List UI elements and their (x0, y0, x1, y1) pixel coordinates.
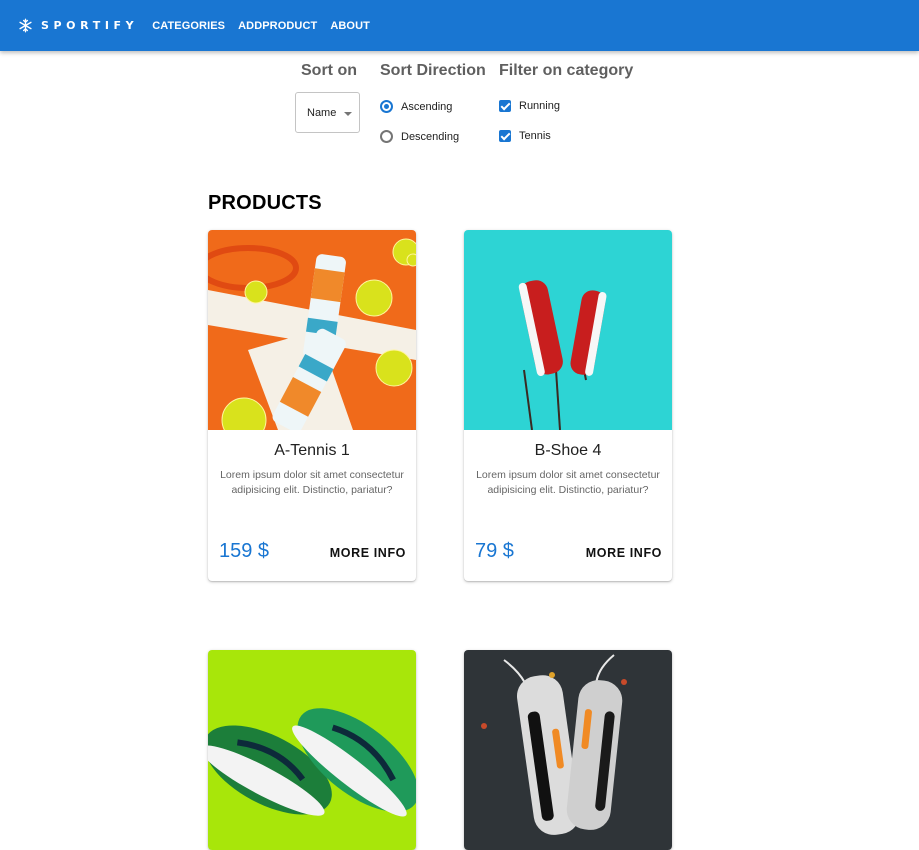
product-price: 159 $ (219, 540, 270, 562)
sort-on-value: Name (307, 106, 337, 119)
radio-ascending-label: Ascending (401, 100, 453, 113)
products-heading: PRODUCTS (208, 192, 322, 214)
product-image (208, 230, 416, 430)
nav-about[interactable]: ABOUT (330, 20, 370, 32)
checkbox-checked-icon[interactable] (499, 100, 511, 112)
product-image (464, 650, 672, 850)
radio-descending[interactable]: Descending (380, 130, 459, 143)
radio-unchecked-icon[interactable] (380, 130, 393, 143)
product-card: B-Shoe 4 Lorem ipsum dolor sit amet cons… (464, 230, 672, 581)
sort-direction-group: Sort Direction Ascending Descending (380, 62, 486, 143)
green-running-shoes-photo (208, 650, 416, 850)
more-info-button[interactable]: MORE INFO (330, 546, 406, 560)
product-price: 79 $ (475, 540, 514, 562)
product-image (464, 230, 672, 430)
product-name: A-Tennis 1 (274, 442, 350, 459)
checkbox-running[interactable]: Running (499, 100, 560, 112)
product-description: Lorem ipsum dolor sit amet consectetur a… (476, 469, 660, 496)
snowflake-icon (19, 18, 32, 33)
brand-logo[interactable]: SPORTIFY (18, 18, 138, 33)
red-sneakers-photo (464, 230, 672, 430)
tennis-balls-photo (208, 230, 416, 430)
radio-ascending[interactable]: Ascending (380, 100, 452, 113)
brand-name: SPORTIFY (41, 19, 139, 32)
checkbox-checked-icon[interactable] (499, 130, 511, 142)
radio-descending-label: Descending (401, 130, 460, 143)
sort-on-group: Sort on Name (295, 62, 360, 133)
category-filter-title: Filter on category (499, 62, 634, 79)
sort-on-select[interactable]: Name (295, 92, 360, 133)
product-description: Lorem ipsum dolor sit amet consectetur a… (220, 469, 404, 496)
category-filter-group: Filter on category Running Tennis (499, 62, 634, 142)
checkbox-running-label: Running (519, 100, 560, 112)
checkbox-tennis[interactable]: Tennis (499, 130, 551, 142)
checkbox-tennis-label: Tennis (519, 130, 551, 142)
nav-addproduct[interactable]: ADDPRODUCT (238, 20, 317, 32)
dropdown-arrow-icon (344, 112, 352, 116)
product-card (464, 650, 672, 850)
sort-direction-title: Sort Direction (380, 62, 486, 79)
nav-categories[interactable]: CATEGORIES (152, 20, 225, 32)
more-info-button[interactable]: MORE INFO (586, 546, 662, 560)
main-nav: CATEGORIES ADDPRODUCT ABOUT (152, 20, 383, 32)
radio-checked-icon[interactable] (380, 100, 393, 113)
product-card (208, 650, 416, 850)
grey-sneakers-photo (464, 650, 672, 850)
product-image (208, 650, 416, 850)
app-bar: SPORTIFY CATEGORIES ADDPRODUCT ABOUT (0, 0, 919, 51)
product-card: A-Tennis 1 Lorem ipsum dolor sit amet co… (208, 230, 416, 581)
sort-on-title: Sort on (301, 62, 357, 79)
product-name: B-Shoe 4 (534, 442, 602, 459)
